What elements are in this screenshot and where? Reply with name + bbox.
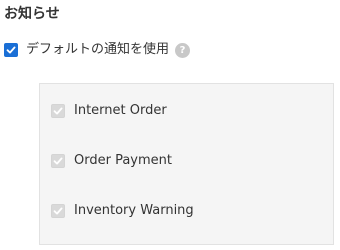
- notification-option-order-payment: Order Payment: [51, 151, 172, 171]
- notification-option-internet-order: Internet Order: [51, 101, 167, 121]
- default-notification-option[interactable]: デフォルトの通知を使用 ?: [4, 40, 191, 60]
- internet-order-label: Internet Order: [74, 103, 167, 118]
- inventory-warning-label: Inventory Warning: [74, 203, 194, 218]
- order-payment-label: Order Payment: [74, 153, 172, 168]
- checkmark-icon: [53, 207, 63, 215]
- inventory-warning-checkbox: [51, 204, 65, 218]
- section-title: お知らせ: [4, 6, 60, 22]
- notification-types-panel: Internet Order Order Payment Inventory W…: [39, 83, 334, 245]
- checkmark-icon: [53, 157, 63, 165]
- internet-order-checkbox: [51, 104, 65, 118]
- default-notification-label[interactable]: デフォルトの通知を使用: [26, 40, 169, 60]
- notification-option-inventory-warning: Inventory Warning: [51, 201, 194, 221]
- question-circle-icon[interactable]: ?: [175, 42, 191, 58]
- order-payment-checkbox: [51, 154, 65, 168]
- default-notification-checkbox[interactable]: [4, 43, 18, 57]
- checkmark-icon: [6, 46, 16, 54]
- checkmark-icon: [53, 107, 63, 115]
